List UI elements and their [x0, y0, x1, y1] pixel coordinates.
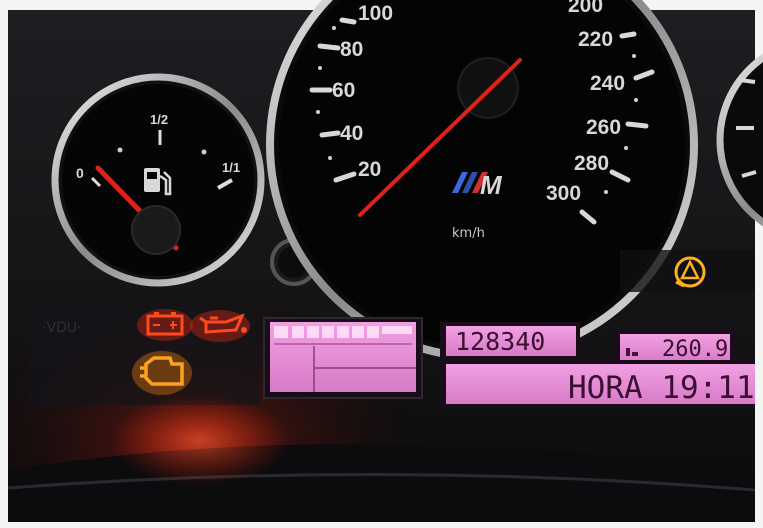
- speed-label-20: 20: [358, 158, 381, 181]
- message-display: HORA 19:11: [440, 360, 755, 408]
- trip-value: 260.9: [662, 337, 728, 362]
- instrument-cluster: 0 1/2 1/1 20 40 60 80 100 200 220 240 26…: [0, 0, 763, 528]
- message-text: HORA 19:11: [568, 370, 755, 406]
- speed-label-260: 260: [586, 116, 621, 139]
- oil-warning-light: [190, 310, 250, 342]
- speed-label-100: 100: [358, 2, 393, 25]
- speed-label-80: 80: [340, 38, 363, 61]
- speed-label-240: 240: [590, 72, 625, 95]
- battery-warning-light: [137, 309, 193, 341]
- svg-text:·VDU·: ·VDU·: [42, 320, 82, 336]
- brand-mark: M: [480, 170, 503, 200]
- speed-label-220: 220: [578, 28, 613, 51]
- speed-label-40: 40: [340, 122, 363, 145]
- odometer-value: 128340: [455, 327, 545, 356]
- speed-label-280: 280: [574, 152, 609, 175]
- speed-unit-label: km/h: [452, 226, 485, 241]
- bar-graph-display: [263, 317, 423, 399]
- odometer-display: 128340: [440, 322, 580, 360]
- speed-label-300: 300: [546, 182, 581, 205]
- speed-label-200: 200: [568, 0, 603, 17]
- check-engine-light: [132, 351, 192, 395]
- service-warning-light: [620, 250, 755, 292]
- fuel-gauge: 0 1/2 1/1: [51, 73, 265, 287]
- fuel-label-half: 1/2: [150, 112, 168, 127]
- speed-label-60: 60: [332, 79, 355, 102]
- fuel-label-full: 1/1: [222, 160, 240, 175]
- fuel-label-empty: 0: [76, 165, 84, 181]
